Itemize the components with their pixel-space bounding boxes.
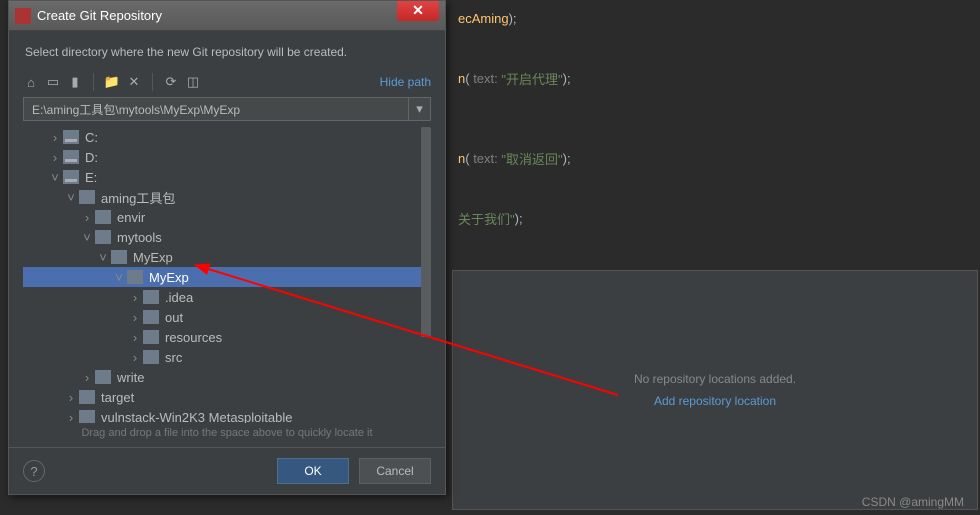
app-icon (15, 8, 31, 24)
tree-row[interactable]: › target (23, 387, 431, 407)
cancel-button[interactable]: Cancel (359, 458, 431, 484)
watermark: CSDN @amingMM (862, 495, 964, 509)
close-button[interactable]: ✕ (397, 1, 439, 21)
tree-label: C: (85, 130, 98, 145)
folder-icon (79, 190, 95, 204)
chevron-down-icon[interactable]: ˅ (47, 170, 63, 185)
tree-row[interactable]: › out (23, 307, 431, 327)
create-git-repo-dialog: Create Git Repository ✕ Select directory… (8, 0, 446, 495)
chevron-down-icon[interactable]: ˅ (111, 270, 127, 285)
tree-label: src (165, 350, 182, 365)
chevron-right-icon[interactable]: › (127, 290, 143, 305)
add-repo-link[interactable]: Add repository location (654, 394, 776, 408)
dialog-titlebar[interactable]: Create Git Repository ✕ (9, 1, 445, 31)
path-input-group: ▾ (23, 97, 431, 121)
drive-icon (63, 170, 79, 184)
dialog-footer: ? OK Cancel (9, 447, 445, 494)
folder-icon (79, 410, 95, 423)
chevron-down-icon[interactable]: ˅ (79, 230, 95, 245)
folder-icon (95, 230, 111, 244)
folder-icon (143, 350, 159, 364)
chevron-right-icon[interactable]: › (63, 410, 79, 424)
code-ident: ecAming (458, 11, 509, 26)
chevron-right-icon[interactable]: › (79, 210, 95, 225)
tree-label: out (165, 310, 183, 325)
tree-row[interactable]: › C: (23, 127, 431, 147)
tree-label: MyExp (149, 270, 189, 285)
folder-icon (95, 210, 111, 224)
delete-icon[interactable]: ✕ (126, 74, 142, 90)
chevron-down-icon[interactable]: ˅ (63, 190, 79, 205)
chevron-right-icon[interactable]: › (47, 130, 63, 145)
tree-label: .idea (165, 290, 193, 305)
chevron-right-icon[interactable]: › (63, 390, 79, 405)
tree-row[interactable]: ˅ aming工具包 (23, 187, 431, 207)
code-string: 关于我们" (458, 209, 515, 228)
tree-label: target (101, 390, 134, 405)
hide-path-link[interactable]: Hide path (380, 75, 431, 89)
repository-panel: No repository locations added. Add repos… (452, 270, 978, 510)
refresh-icon[interactable]: ⟳ (163, 74, 179, 90)
tree-label: envir (117, 210, 145, 225)
tree-row[interactable]: › D: (23, 147, 431, 167)
dialog-instruction: Select directory where the new Git repos… (9, 31, 445, 69)
chevron-right-icon[interactable]: › (79, 370, 95, 385)
folder-icon (127, 270, 143, 284)
project-icon[interactable]: ▮ (67, 74, 83, 90)
dialog-toolbar: ⌂ ▭ ▮ 📁 ✕ ⟳ ◫ Hide path (9, 69, 445, 97)
drive-icon (63, 130, 79, 144)
tree-label: D: (85, 150, 98, 165)
tree-row[interactable]: › src (23, 347, 431, 367)
folder-icon (95, 370, 111, 384)
tree-row[interactable]: › vulnstack-Win2K3 Metasploitable (23, 407, 431, 423)
path-input[interactable] (23, 97, 409, 121)
tree-row[interactable]: › .idea (23, 287, 431, 307)
tree-row[interactable]: ˅ MyExp (23, 247, 431, 267)
tree-label: mytools (117, 230, 162, 245)
new-folder-icon[interactable]: 📁 (104, 74, 120, 90)
drag-drop-hint: Drag and drop a file into the space abov… (9, 423, 445, 447)
tree-label: write (117, 370, 144, 385)
drive-icon (63, 150, 79, 164)
tree-row[interactable]: ˅ E: (23, 167, 431, 187)
tree-label: E: (85, 170, 97, 185)
show-hidden-icon[interactable]: ◫ (185, 74, 201, 90)
tree-row[interactable]: › resources (23, 327, 431, 347)
ok-button[interactable]: OK (277, 458, 349, 484)
chevron-right-icon[interactable]: › (127, 310, 143, 325)
path-dropdown-button[interactable]: ▾ (409, 97, 431, 121)
tree-row[interactable]: › envir (23, 207, 431, 227)
folder-icon (143, 330, 159, 344)
tree-label: resources (165, 330, 222, 345)
scrollbar[interactable] (421, 127, 431, 423)
folder-icon (111, 250, 127, 264)
dialog-title: Create Git Repository (37, 8, 162, 23)
tree-label: aming工具包 (101, 188, 175, 207)
help-button[interactable]: ? (23, 460, 45, 482)
no-repo-message: No repository locations added. (634, 372, 796, 386)
tree-label: vulnstack-Win2K3 Metasploitable (101, 410, 292, 424)
folder-icon (143, 290, 159, 304)
home-icon[interactable]: ⌂ (23, 74, 39, 90)
directory-tree[interactable]: › C: › D: ˅ E: ˅ aming工具包 › envir ˅ mytools ˅ MyExp ˅ M… (23, 127, 431, 423)
tree-row[interactable]: ˅ MyExp (23, 267, 431, 287)
tree-row[interactable]: › write (23, 367, 431, 387)
folder-icon (143, 310, 159, 324)
chevron-right-icon[interactable]: › (47, 150, 63, 165)
chevron-down-icon[interactable]: ˅ (95, 250, 111, 265)
folder-icon (79, 390, 95, 404)
code-string: "取消返回" (501, 149, 562, 168)
chevron-right-icon[interactable]: › (127, 350, 143, 365)
tree-label: MyExp (133, 250, 173, 265)
chevron-right-icon[interactable]: › (127, 330, 143, 345)
code-string: "开启代理" (501, 69, 562, 88)
tree-row[interactable]: ˅ mytools (23, 227, 431, 247)
desktop-icon[interactable]: ▭ (45, 74, 61, 90)
